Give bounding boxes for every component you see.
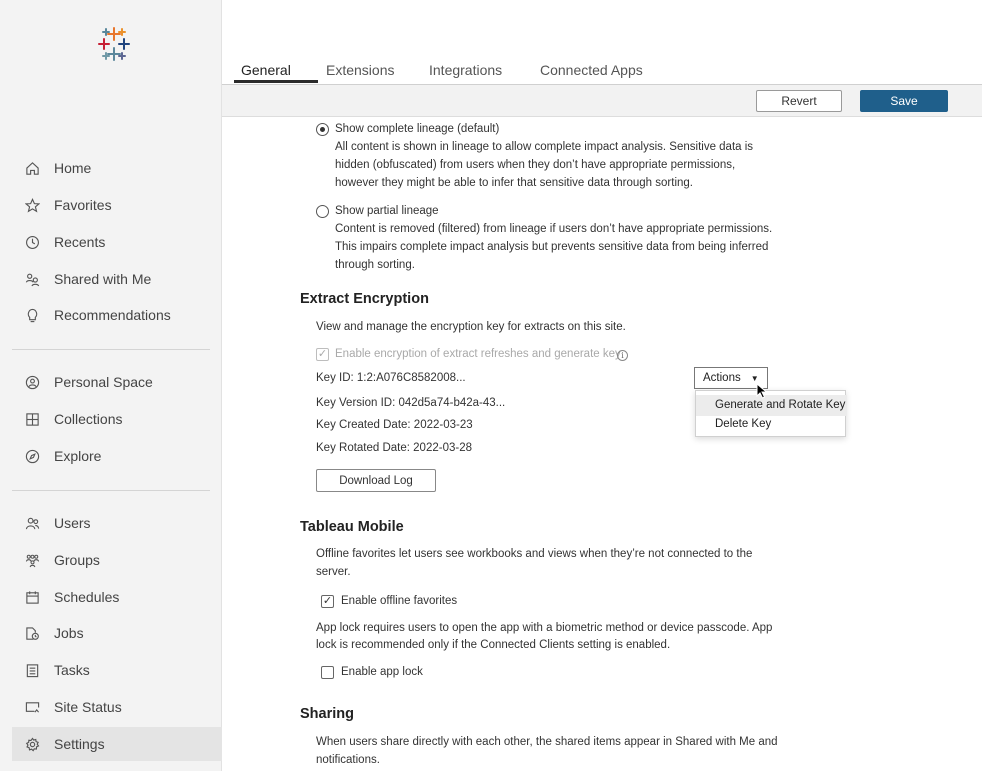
complete-lineage-description: however they might be able to infer that… <box>335 177 693 189</box>
sidebar-item-schedules[interactable]: Schedules <box>12 580 222 614</box>
sharing-description: notifications. <box>316 754 380 766</box>
partial-lineage-radio[interactable] <box>316 205 329 218</box>
partial-lineage-description: This impairs complete impact analysis bu… <box>335 241 769 253</box>
actions-label: Actions <box>703 372 741 384</box>
sharing-heading: Sharing <box>300 706 354 722</box>
clock-icon <box>24 234 40 250</box>
sidebar-item-label: Explore <box>54 448 102 464</box>
sidebar-item-personal-space[interactable]: Personal Space <box>12 365 222 399</box>
key-id: Key ID: 1:2:A076C8582008... <box>316 372 466 384</box>
extract-encryption-description: View and manage the encryption key for e… <box>316 321 626 333</box>
sidebar-item-label: Shared with Me <box>54 271 152 287</box>
offline-favorites-checkbox[interactable]: ✓ <box>321 595 334 608</box>
tableau-mobile-heading: Tableau Mobile <box>300 519 404 535</box>
offline-favorites-description: Offline favorites let users see workbook… <box>316 548 753 560</box>
partial-lineage-label[interactable]: Show partial lineage <box>335 202 439 220</box>
compass-icon <box>24 448 40 464</box>
complete-lineage-radio[interactable] <box>316 123 329 136</box>
sidebar-item-collections[interactable]: Collections <box>12 402 222 436</box>
shared-users-icon <box>24 271 40 287</box>
encryption-checkbox-label: Enable encryption of extract refreshes a… <box>335 348 621 360</box>
sidebar-divider <box>12 490 210 491</box>
sidebar-item-site-status[interactable]: Site Status <box>12 690 222 724</box>
sidebar-item-label: Tasks <box>54 662 90 678</box>
tableau-logo[interactable] <box>96 24 132 64</box>
site-status-icon <box>24 699 40 715</box>
person-circle-icon <box>24 374 40 390</box>
sidebar-item-groups[interactable]: Groups <box>12 543 222 577</box>
key-version-id: Key Version ID: 042d5a74-b42a-43... <box>316 397 506 409</box>
extract-encryption-heading: Extract Encryption <box>300 291 429 307</box>
offline-favorites-description: server. <box>316 566 351 578</box>
complete-lineage-description: hidden (obfuscated) from users when they… <box>335 159 736 171</box>
sidebar-item-label: Settings <box>54 736 105 752</box>
sidebar-item-favorites[interactable]: Favorites <box>12 188 222 222</box>
partial-lineage-description: Content is removed (filtered) from linea… <box>335 223 773 235</box>
actions-menu: Generate and Rotate Key Delete Key <box>695 390 847 437</box>
app-lock-description: App lock requires users to open the app … <box>316 622 773 634</box>
sidebar-item-label: Jobs <box>54 625 84 641</box>
sharing-description: When users share directly with each othe… <box>316 736 778 748</box>
menu-item-delete-key[interactable]: Delete Key <box>696 414 847 435</box>
sidebar: Home Favorites Recents Shared with Me Re… <box>0 0 222 771</box>
sidebar-item-label: Favorites <box>54 197 112 213</box>
encryption-checkbox: ✓ <box>316 348 329 361</box>
revert-button[interactable]: Revert <box>756 90 842 112</box>
action-bar: Revert Save <box>222 85 982 117</box>
tab-extensions[interactable]: Extensions <box>326 62 394 78</box>
active-tab-indicator <box>234 80 318 83</box>
app-lock-label[interactable]: Enable app lock <box>341 663 423 681</box>
sidebar-divider <box>12 349 210 350</box>
home-icon <box>24 160 40 176</box>
mouse-pointer-icon <box>756 383 768 399</box>
sidebar-item-users[interactable]: Users <box>12 506 222 540</box>
sidebar-item-label: Home <box>54 160 92 176</box>
partial-lineage-description: through sorting. <box>335 259 415 271</box>
complete-lineage-label[interactable]: Show complete lineage (default) <box>335 120 499 138</box>
key-created-date: Key Created Date: 2022-03-23 <box>316 419 473 431</box>
tab-general[interactable]: General <box>241 62 291 78</box>
app-lock-checkbox[interactable] <box>321 666 334 679</box>
offline-favorites-label[interactable]: Enable offline favorites <box>341 592 457 610</box>
sidebar-item-label: Users <box>54 515 91 531</box>
sidebar-item-label: Site Status <box>54 699 122 715</box>
sidebar-item-label: Personal Space <box>54 374 153 390</box>
sidebar-item-recents[interactable]: Recents <box>12 225 222 259</box>
sidebar-item-tasks[interactable]: Tasks <box>12 653 222 687</box>
tasks-icon <box>24 662 40 678</box>
sidebar-item-jobs[interactable]: Jobs <box>12 616 222 650</box>
sidebar-item-label: Schedules <box>54 589 120 605</box>
app-lock-description: lock is recommended only if the Connecte… <box>316 639 671 651</box>
sidebar-item-home[interactable]: Home <box>12 151 222 185</box>
jobs-icon <box>24 625 40 641</box>
lightbulb-icon <box>24 307 40 323</box>
chevron-down-icon: ▼ <box>750 373 759 383</box>
sidebar-item-recommendations[interactable]: Recommendations <box>12 298 222 332</box>
tab-integrations[interactable]: Integrations <box>429 62 502 78</box>
sidebar-item-settings[interactable]: Settings <box>12 727 222 761</box>
sidebar-item-shared-with-me[interactable]: Shared with Me <box>12 262 222 296</box>
complete-lineage-description: All content is shown in lineage to allow… <box>335 141 754 153</box>
download-log-button[interactable]: Download Log <box>316 469 436 492</box>
key-rotated-date: Key Rotated Date: 2022-03-28 <box>316 442 472 454</box>
sidebar-item-label: Groups <box>54 552 100 568</box>
settings-tabs: General Extensions Integrations Connecte… <box>222 58 982 85</box>
collections-icon <box>24 411 40 427</box>
sidebar-item-label: Recommendations <box>54 307 171 323</box>
groups-icon <box>24 552 40 568</box>
sidebar-item-explore[interactable]: Explore <box>12 439 222 473</box>
tab-connected-apps[interactable]: Connected Apps <box>540 62 643 78</box>
gear-icon <box>24 736 40 752</box>
menu-item-generate-rotate-key[interactable]: Generate and Rotate Key <box>696 395 847 416</box>
users-icon <box>24 515 40 531</box>
info-icon[interactable]: i <box>617 350 628 361</box>
save-button[interactable]: Save <box>860 90 948 112</box>
sidebar-item-label: Collections <box>54 411 123 427</box>
calendar-icon <box>24 589 40 605</box>
sidebar-item-label: Recents <box>54 234 106 250</box>
star-icon <box>24 197 40 213</box>
